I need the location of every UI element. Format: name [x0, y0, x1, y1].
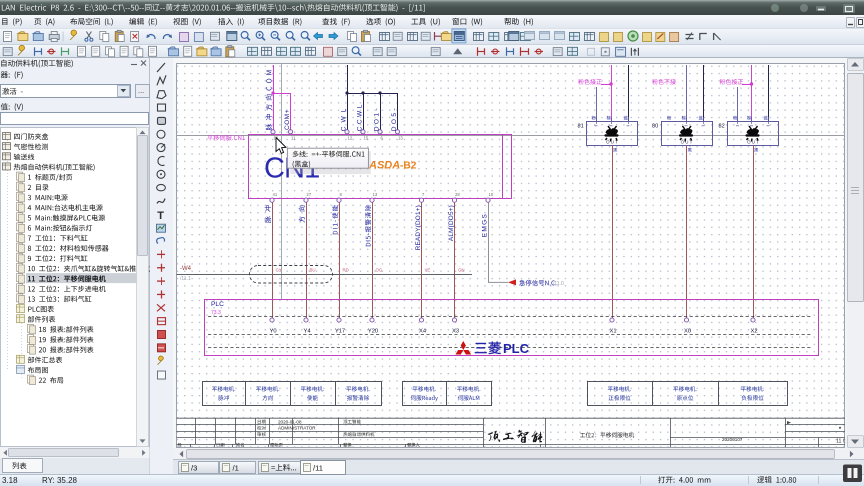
svg-text:...: ...	[138, 86, 144, 95]
svg-text:ALM(DO5+): ALM(DO5+)	[448, 205, 455, 241]
svg-text:X2: X2	[750, 329, 757, 335]
svg-text:2020-01-08: 2020-01-08	[278, 419, 302, 424]
svg-text:Y0: Y0	[269, 329, 276, 335]
svg-text:-B2: -B2	[400, 161, 417, 172]
svg-text:/11.0: /11.0	[553, 281, 564, 287]
svg-text:Y17: Y17	[335, 329, 345, 335]
svg-text:CCWL: CCWL	[357, 102, 364, 131]
svg-text:READY(DO1+): READY(DO1+)	[415, 205, 422, 250]
svg-text:11 /:: 11 /:	[836, 439, 846, 445]
svg-text:15: 15	[364, 136, 369, 141]
svg-text:-W4: -W4	[180, 266, 192, 272]
svg-text:BU: BU	[310, 268, 316, 273]
svg-text:82: 82	[719, 124, 725, 130]
svg-text:/3: /3	[191, 463, 197, 472]
svg-text:COM+: COM+	[284, 109, 291, 130]
svg-text:13: 13	[373, 192, 378, 197]
svg-text:41: 41	[273, 192, 278, 197]
svg-text:Y4: Y4	[303, 329, 311, 335]
svg-text:12: 12	[348, 136, 353, 141]
svg-text:DO1-: DO1-	[374, 106, 381, 131]
svg-text:PLC: PLC	[503, 341, 530, 356]
svg-text:O U T: O U T	[606, 140, 618, 145]
svg-text:YE: YE	[425, 268, 431, 273]
svg-text:GN: GN	[458, 268, 465, 273]
svg-text:13: 13	[398, 136, 403, 141]
svg-text:ASDA: ASDA	[368, 160, 400, 172]
svg-text:/11.1: /11.1	[180, 276, 191, 282]
svg-text:11: 11	[291, 136, 296, 141]
svg-text:20200107: 20200107	[722, 437, 743, 442]
svg-text:10: 10	[489, 192, 494, 197]
svg-text:X3: X3	[452, 329, 459, 335]
svg-text:PLC: PLC	[211, 301, 224, 308]
svg-text:X1: X1	[609, 329, 616, 335]
svg-text:81: 81	[578, 124, 584, 130]
svg-text:73.3: 73.3	[211, 310, 221, 316]
svg-text:DO5-: DO5-	[391, 106, 398, 131]
svg-text:28: 28	[455, 192, 460, 197]
svg-text:CWL: CWL	[341, 105, 348, 132]
svg-text:/11: /11	[313, 463, 323, 472]
svg-text:OG: OG	[376, 268, 383, 273]
svg-text:O U T: O U T	[747, 140, 759, 145]
svg-text:RD: RD	[343, 268, 349, 273]
svg-text:X0: X0	[684, 329, 691, 335]
svg-text:27: 27	[307, 192, 312, 197]
svg-text:X4: X4	[419, 329, 427, 335]
svg-text:3.18: 3.18	[2, 476, 18, 485]
svg-text:O U T: O U T	[681, 140, 693, 145]
svg-text:ADMINISTRATOR: ADMINISTRATOR	[278, 426, 316, 431]
svg-text:T: T	[157, 210, 164, 222]
svg-text:EMGS: EMGS	[482, 213, 489, 237]
svg-text:80: 80	[652, 124, 658, 130]
svg-text:RY: 35.28: RY: 35.28	[42, 476, 78, 485]
svg-text:GY: GY	[276, 268, 282, 273]
svg-text:/1: /1	[233, 463, 239, 472]
svg-text:Y20: Y20	[368, 329, 378, 335]
